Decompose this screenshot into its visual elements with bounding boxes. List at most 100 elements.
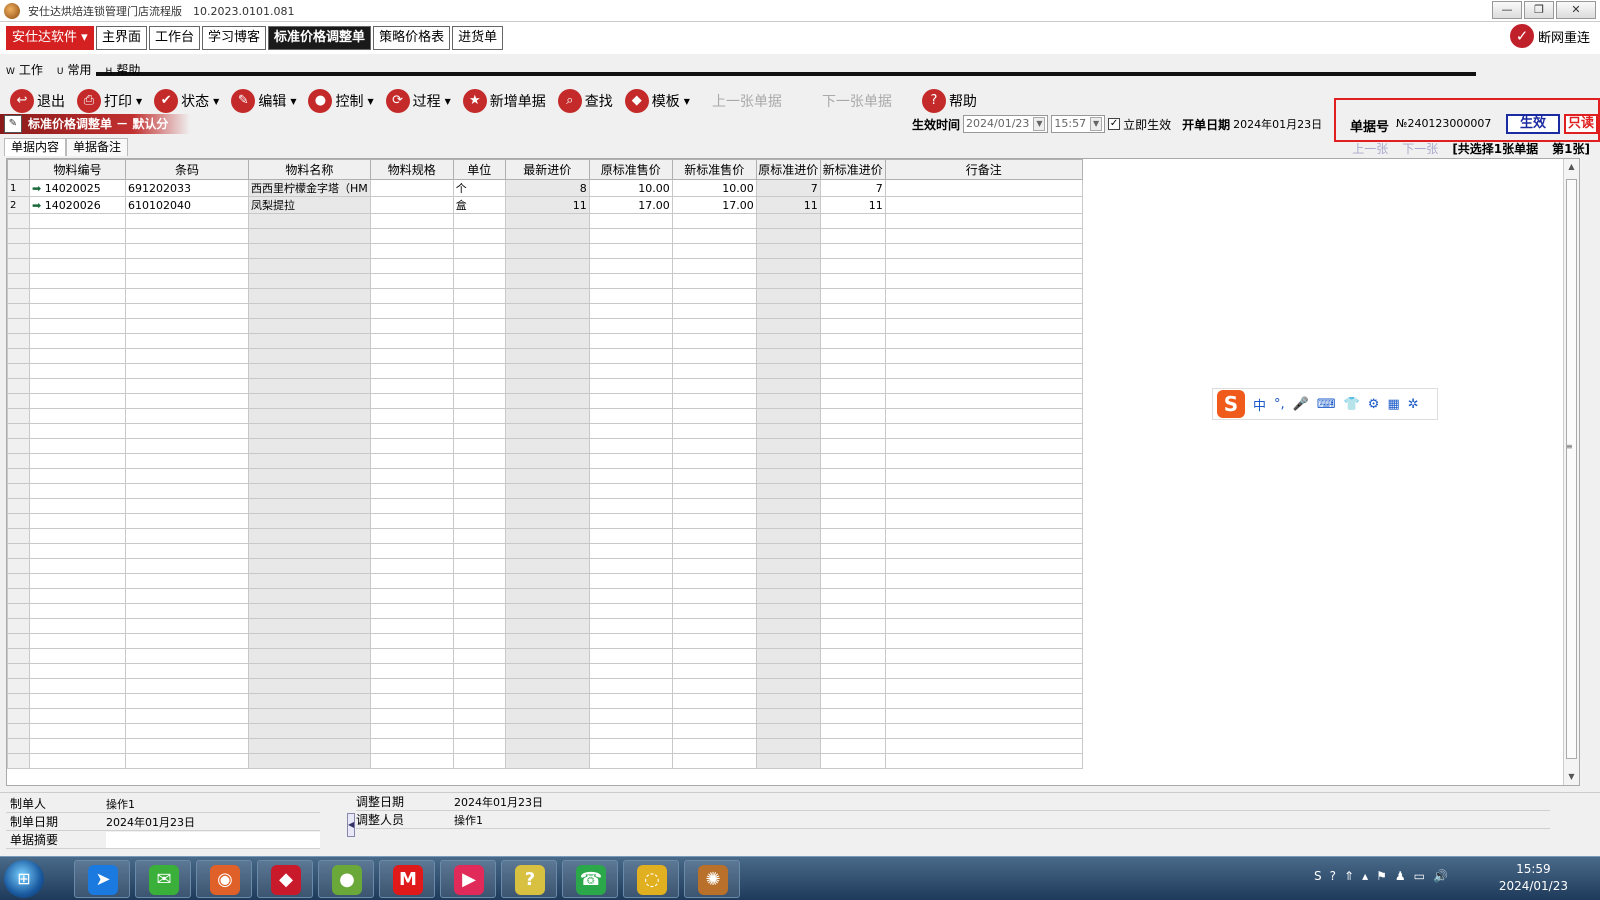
grid-scrollbar[interactable]: ▲ ≡ ▼ <box>1563 159 1579 785</box>
brand-menu-button[interactable]: 安仕达软件 ▾ <box>6 26 94 50</box>
table-cell[interactable] <box>452 243 506 259</box>
table-row[interactable] <box>7 318 1083 334</box>
chevron-down-icon[interactable]: ▼ <box>1033 117 1046 131</box>
table-cell[interactable] <box>884 588 1083 604</box>
table-cell[interactable] <box>755 738 821 754</box>
table-cell[interactable] <box>755 528 821 544</box>
table-cell[interactable] <box>884 196 1083 214</box>
table-cell[interactable] <box>671 483 757 499</box>
table-cell[interactable] <box>671 393 757 409</box>
panel-splitter[interactable]: ◀ <box>347 813 355 837</box>
table-cell[interactable] <box>884 498 1083 514</box>
table-row[interactable] <box>7 258 1083 274</box>
table-cell[interactable] <box>504 213 590 229</box>
table-cell[interactable] <box>819 423 886 439</box>
table-cell[interactable] <box>884 423 1083 439</box>
table-cell[interactable] <box>504 453 590 469</box>
table-cell[interactable] <box>29 603 126 619</box>
table-cell[interactable] <box>755 693 821 709</box>
table-cell[interactable] <box>248 393 371 409</box>
table-cell[interactable] <box>884 738 1083 754</box>
table-cell[interactable] <box>125 213 249 229</box>
toolbar-button[interactable]: ⎙ 打印 ▼ <box>77 89 142 113</box>
table-cell[interactable] <box>671 603 757 619</box>
table-row[interactable] <box>7 663 1083 679</box>
main-tab[interactable]: 学习博客 <box>202 26 267 50</box>
table-cell[interactable] <box>588 468 673 484</box>
table-cell[interactable] <box>452 618 506 634</box>
table-cell[interactable] <box>125 333 249 349</box>
table-cell[interactable] <box>671 213 757 229</box>
table-cell[interactable] <box>671 588 757 604</box>
table-cell[interactable] <box>755 453 821 469</box>
table-cell[interactable] <box>504 753 590 769</box>
table-cell[interactable] <box>248 528 371 544</box>
toolbar-button[interactable]: ⟳ 过程 ▼ <box>385 89 451 113</box>
table-cell[interactable] <box>452 423 506 439</box>
table-cell[interactable] <box>671 423 757 439</box>
table-cell[interactable] <box>29 228 126 244</box>
footer-value[interactable]: 2024年01月23日 <box>454 794 1550 810</box>
close-button[interactable]: ✕ <box>1556 1 1596 19</box>
table-cell[interactable] <box>125 513 249 529</box>
table-cell[interactable]: 7 <box>755 179 821 197</box>
main-tab[interactable]: 标准价格调整单 <box>268 26 372 50</box>
table-cell[interactable] <box>671 228 757 244</box>
table-cell[interactable] <box>125 378 249 394</box>
ime-item-icon[interactable]: 中 <box>1253 395 1266 414</box>
table-cell[interactable] <box>248 423 371 439</box>
table-cell[interactable] <box>504 708 590 724</box>
table-cell[interactable] <box>504 303 590 319</box>
table-cell[interactable] <box>671 573 757 589</box>
tray-icon[interactable]: S <box>1314 869 1322 883</box>
table-cell[interactable] <box>369 318 454 334</box>
table-cell[interactable] <box>369 438 454 454</box>
table-cell[interactable] <box>125 228 249 244</box>
table-cell[interactable] <box>755 408 821 424</box>
table-cell[interactable] <box>29 678 126 694</box>
footer-value[interactable] <box>106 831 320 848</box>
table-cell[interactable] <box>248 258 371 274</box>
table-cell[interactable]: 7 <box>819 179 886 197</box>
table-cell[interactable] <box>884 453 1083 469</box>
table-cell[interactable] <box>819 213 886 229</box>
table-cell[interactable] <box>125 618 249 634</box>
table-cell[interactable] <box>671 738 757 754</box>
table-cell[interactable] <box>29 333 126 349</box>
table-cell[interactable] <box>125 603 249 619</box>
toolbar-button[interactable]: ✔ 状态 ▼ <box>154 89 219 113</box>
table-cell[interactable] <box>504 288 590 304</box>
table-cell[interactable] <box>125 528 249 544</box>
tray-icon[interactable]: 🔊 <box>1433 869 1448 883</box>
table-cell[interactable] <box>588 483 673 499</box>
table-cell[interactable] <box>29 513 126 529</box>
table-cell[interactable] <box>819 738 886 754</box>
table-cell[interactable] <box>125 468 249 484</box>
table-cell[interactable] <box>884 408 1083 424</box>
table-cell[interactable] <box>884 179 1083 197</box>
table-cell[interactable] <box>452 378 506 394</box>
ime-item-icon[interactable]: ▦ <box>1387 397 1399 412</box>
table-cell[interactable] <box>671 333 757 349</box>
table-row[interactable] <box>7 483 1083 499</box>
table-row[interactable] <box>7 243 1083 259</box>
table-cell[interactable] <box>884 243 1083 259</box>
table-cell[interactable] <box>588 438 673 454</box>
table-cell[interactable] <box>504 633 590 649</box>
table-row[interactable]: 2 ➡ 14020026 610102040 凤梨提拉盒 11 17.00 17.00 11 1… <box>7 196 1083 214</box>
table-cell[interactable] <box>819 483 886 499</box>
table-cell[interactable] <box>29 423 126 439</box>
table-cell[interactable] <box>29 438 126 454</box>
table-cell[interactable]: 10.00 <box>588 179 673 197</box>
table-cell[interactable] <box>884 528 1083 544</box>
table-row[interactable] <box>7 708 1083 724</box>
table-cell[interactable] <box>125 288 249 304</box>
table-cell[interactable] <box>248 213 371 229</box>
table-cell[interactable] <box>248 363 371 379</box>
table-cell[interactable] <box>819 678 886 694</box>
table-cell[interactable] <box>884 333 1083 349</box>
sub-tab[interactable]: 单据备注 <box>66 138 129 156</box>
table-cell[interactable] <box>819 288 886 304</box>
table-cell[interactable] <box>369 378 454 394</box>
table-cell[interactable] <box>819 573 886 589</box>
